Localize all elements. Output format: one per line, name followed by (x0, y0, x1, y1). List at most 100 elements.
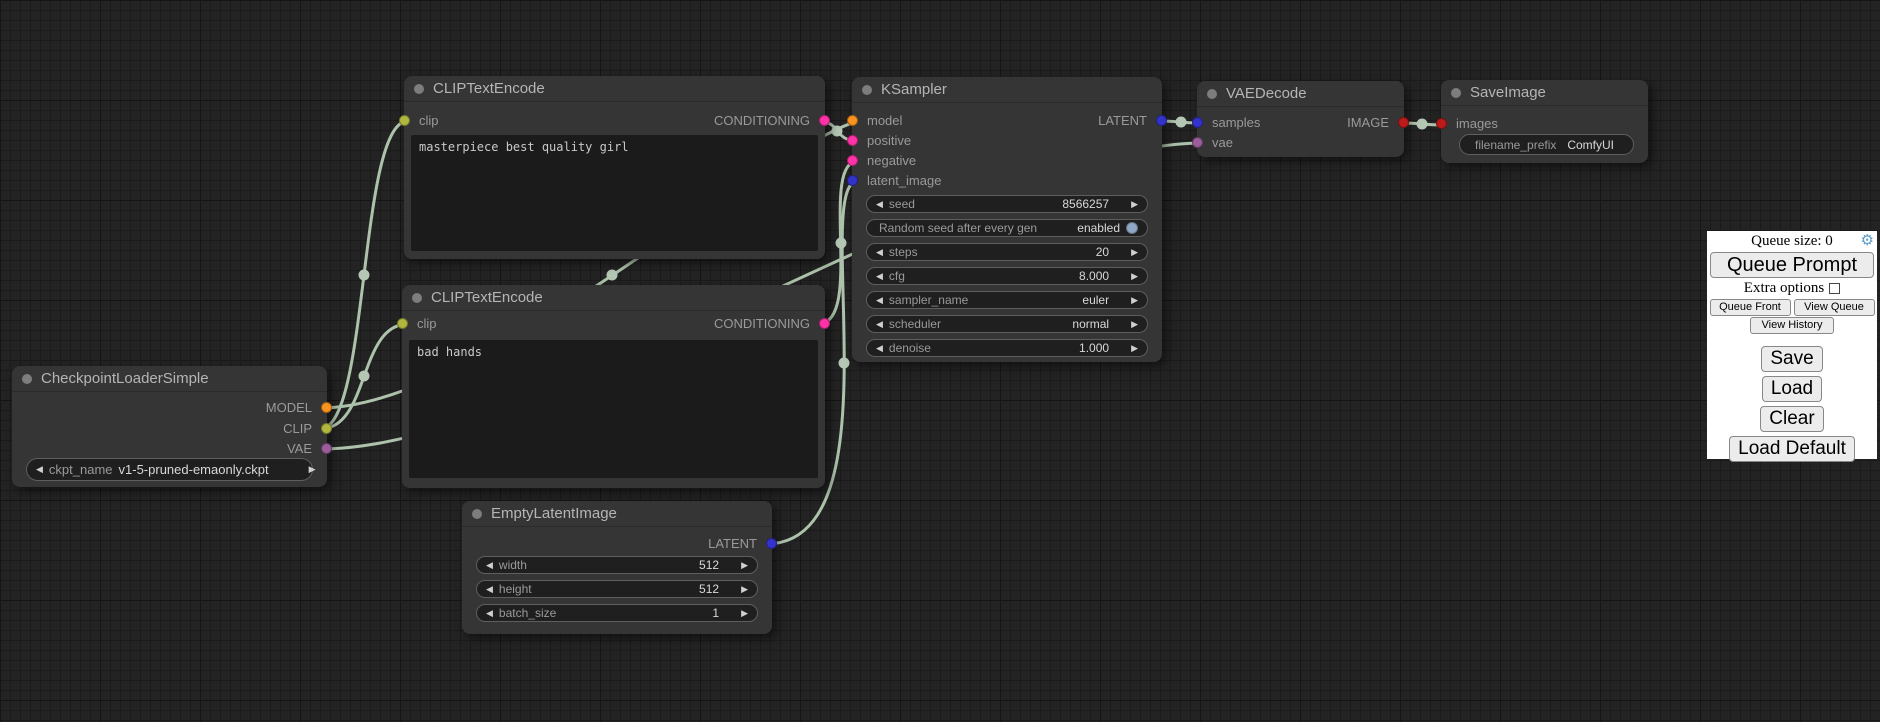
input-label: positive (867, 131, 911, 151)
collapse-dot-icon[interactable] (862, 85, 872, 95)
node-title-bar[interactable]: VAEDecode (1197, 81, 1404, 107)
node-vae-decode[interactable]: VAEDecode samples IMAGE vae (1197, 81, 1404, 157)
collapse-dot-icon[interactable] (414, 84, 424, 94)
seed-widget[interactable]: ◀ seed 8566257 ▶ (866, 195, 1148, 213)
model-input-slot[interactable] (847, 115, 858, 126)
node-ksampler[interactable]: KSampler model LATENT positive negative … (852, 77, 1162, 362)
denoise-widget[interactable]: ◀ denoise 1.000 ▶ (866, 339, 1148, 357)
collapse-dot-icon[interactable] (412, 293, 422, 303)
conditioning-output-slot[interactable] (819, 115, 830, 126)
widget-value: 1 (712, 606, 719, 620)
arrow-left-icon[interactable]: ◀ (876, 248, 883, 257)
arrow-right-icon[interactable]: ▶ (741, 585, 748, 594)
node-title-bar[interactable]: EmptyLatentImage (462, 501, 772, 527)
model-output-slot[interactable] (321, 402, 332, 413)
load-button[interactable]: Load (1762, 376, 1822, 402)
arrow-left-icon[interactable]: ◀ (876, 272, 883, 281)
widget-value: enabled (1077, 221, 1120, 235)
widget-label: cfg (889, 269, 905, 283)
latent-output-slot[interactable] (766, 538, 777, 549)
arrow-left-icon[interactable]: ◀ (876, 320, 883, 329)
prompt-textarea[interactable]: masterpiece best quality girl (411, 135, 818, 251)
steps-widget[interactable]: ◀ steps 20 ▶ (866, 243, 1148, 261)
arrow-left-icon[interactable]: ◀ (486, 561, 493, 570)
samples-input-slot[interactable] (1192, 117, 1203, 128)
queue-prompt-button[interactable]: Queue Prompt (1710, 252, 1874, 278)
output-label: IMAGE (1347, 113, 1389, 133)
clip-input-slot[interactable] (397, 318, 408, 329)
collapse-dot-icon[interactable] (1451, 88, 1461, 98)
arrow-right-icon[interactable]: ▶ (741, 609, 748, 618)
output-label: VAE (287, 439, 312, 459)
settings-gear-icon[interactable]: ⚙ (1861, 232, 1874, 250)
negative-input-slot[interactable] (847, 155, 858, 166)
arrow-left-icon[interactable]: ◀ (36, 465, 43, 474)
node-empty-latent-image[interactable]: EmptyLatentImage LATENT ◀ width 512 ▶ ◀ … (462, 501, 772, 634)
view-history-button[interactable]: View History (1750, 317, 1834, 334)
node-title-bar[interactable]: CLIPTextEncode (402, 285, 825, 311)
clip-output-slot[interactable] (321, 423, 332, 434)
arrow-left-icon[interactable]: ◀ (486, 609, 493, 618)
arrow-left-icon[interactable]: ◀ (876, 200, 883, 209)
arrow-right-icon[interactable]: ▶ (1131, 344, 1138, 353)
width-widget[interactable]: ◀ width 512 ▶ (476, 556, 758, 574)
latent-output-slot[interactable] (1156, 115, 1167, 126)
random-seed-toggle-widget[interactable]: Random seed after every gen enabled (866, 219, 1148, 237)
view-queue-button[interactable]: View Queue (1794, 299, 1875, 316)
widget-label: width (499, 558, 527, 572)
positive-input-slot[interactable] (847, 135, 858, 146)
collapse-dot-icon[interactable] (1207, 89, 1217, 99)
widget-label: denoise (889, 341, 931, 355)
save-button[interactable]: Save (1761, 346, 1822, 372)
sampler-name-widget[interactable]: ◀ sampler_name euler ▶ (866, 291, 1148, 309)
toggle-dot-icon[interactable] (1126, 222, 1138, 234)
input-label: images (1456, 114, 1498, 134)
arrow-right-icon[interactable]: ▶ (1131, 200, 1138, 209)
collapse-dot-icon[interactable] (22, 374, 32, 384)
height-widget[interactable]: ◀ height 512 ▶ (476, 580, 758, 598)
batch-size-widget[interactable]: ◀ batch_size 1 ▶ (476, 604, 758, 622)
arrow-left-icon[interactable]: ◀ (876, 296, 883, 305)
input-label: model (867, 111, 902, 131)
extra-options-checkbox[interactable] (1829, 283, 1840, 294)
cfg-widget[interactable]: ◀ cfg 8.000 ▶ (866, 267, 1148, 285)
node-title-bar[interactable]: KSampler (852, 77, 1162, 103)
output-label: LATENT (1098, 111, 1147, 131)
node-title-bar[interactable]: CLIPTextEncode (404, 76, 825, 102)
arrow-right-icon[interactable]: ▶ (1131, 296, 1138, 305)
node-title-bar[interactable]: SaveImage (1441, 80, 1648, 106)
node-clip-text-encode-negative[interactable]: CLIPTextEncode clip CONDITIONING bad han… (402, 285, 825, 488)
node-title: EmptyLatentImage (491, 505, 617, 522)
vae-output-slot[interactable] (321, 443, 332, 454)
arrow-left-icon[interactable]: ◀ (486, 585, 493, 594)
arrow-right-icon[interactable]: ▶ (309, 465, 316, 474)
queue-front-button[interactable]: Queue Front (1710, 299, 1791, 316)
node-title: VAEDecode (1226, 85, 1307, 102)
output-label: CONDITIONING (714, 111, 810, 131)
node-title-bar[interactable]: CheckpointLoaderSimple (12, 366, 327, 392)
prompt-textarea[interactable]: bad hands (409, 340, 818, 478)
filename-prefix-widget[interactable]: filename_prefix ComfyUI (1459, 134, 1634, 155)
scheduler-widget[interactable]: ◀ scheduler normal ▶ (866, 315, 1148, 333)
arrow-right-icon[interactable]: ▶ (1131, 320, 1138, 329)
node-save-image[interactable]: SaveImage images filename_prefix ComfyUI (1441, 80, 1648, 163)
node-clip-text-encode-positive[interactable]: CLIPTextEncode clip CONDITIONING masterp… (404, 76, 825, 259)
node-checkpoint-loader[interactable]: CheckpointLoaderSimple MODEL CLIP VAE ◀ … (12, 366, 327, 487)
collapse-dot-icon[interactable] (472, 509, 482, 519)
vae-input-slot[interactable] (1192, 137, 1203, 148)
arrow-right-icon[interactable]: ▶ (741, 561, 748, 570)
latent-image-input-slot[interactable] (847, 175, 858, 186)
arrow-right-icon[interactable]: ▶ (1131, 272, 1138, 281)
clear-button[interactable]: Clear (1760, 406, 1823, 432)
arrow-right-icon[interactable]: ▶ (1131, 248, 1138, 257)
widget-value: normal (1072, 317, 1109, 331)
arrow-left-icon[interactable]: ◀ (876, 344, 883, 353)
clip-input-slot[interactable] (399, 115, 410, 126)
conditioning-output-slot[interactable] (819, 318, 830, 329)
widget-label: steps (889, 245, 918, 259)
images-input-slot[interactable] (1436, 118, 1447, 129)
node-canvas[interactable]: { "icons": { "arrow_left": "◀", "arrow_r… (0, 0, 1880, 722)
ckpt-name-widget[interactable]: ◀ ckpt_name v1-5-pruned-emaonly.ckpt ▶ (26, 458, 313, 481)
load-default-button[interactable]: Load Default (1729, 436, 1855, 462)
image-output-slot[interactable] (1398, 117, 1409, 128)
